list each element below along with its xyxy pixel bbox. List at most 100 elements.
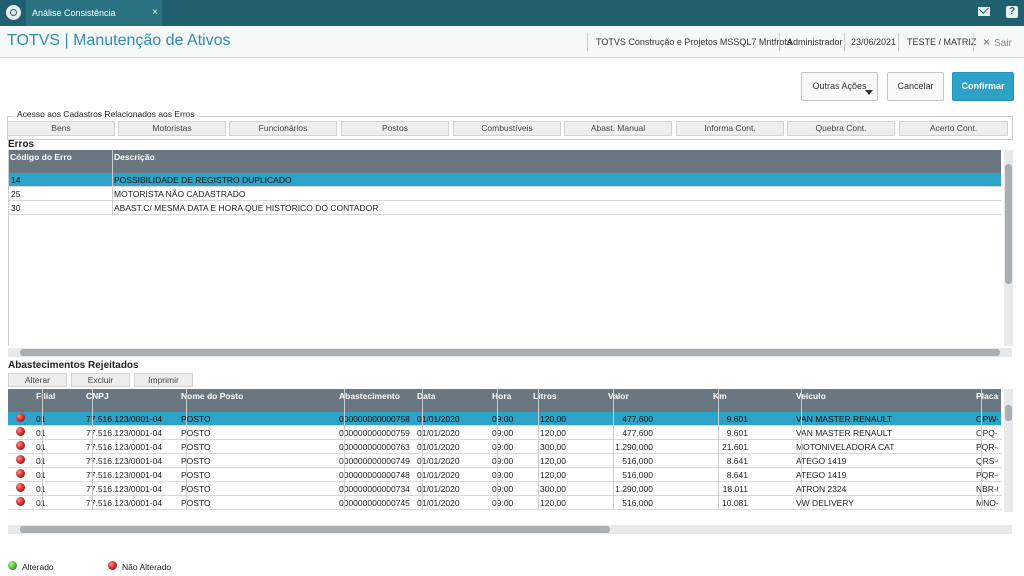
abast-manual-button[interactable]: Abast. Manual	[564, 121, 672, 136]
red-status-icon	[16, 413, 25, 422]
totvs-logo-icon[interactable]	[6, 5, 21, 20]
scrollbar-thumb[interactable]	[1005, 164, 1012, 284]
abastecimento-cell: 000000000000748	[339, 470, 410, 480]
excluir-button[interactable]: Excluir	[71, 373, 130, 387]
hora-cell: 09:00	[492, 456, 514, 466]
informa-cont-button[interactable]: Informa Cont.	[676, 121, 784, 136]
column-divider	[718, 389, 719, 510]
table-row[interactable]: 25 MOTORISTA NÃO CADASTRADO	[8, 187, 1001, 201]
column-header-litros[interactable]: Litros	[533, 391, 557, 401]
quebra-cont-button[interactable]: Quebra Cont.	[787, 121, 895, 136]
column-header-cnpj[interactable]: CNPJ	[86, 391, 109, 401]
placa-cell: OPQ-8	[976, 428, 998, 438]
scrollbar-thumb[interactable]	[20, 526, 610, 533]
cnpj-cell: 77.516.123/0001-04	[86, 484, 163, 494]
litros-cell: 300,00	[540, 484, 566, 494]
funcionarios-button[interactable]: Funcionários	[229, 121, 337, 136]
errors-grid-header: Código do Erro Descrição	[8, 150, 1001, 173]
error-code-cell: 25	[11, 189, 21, 199]
error-description-cell: ABAST.C/ MESMA DATA E HORA QUE HISTORICO…	[114, 203, 379, 213]
exit-button[interactable]: × Sair	[983, 35, 1012, 49]
rejected-vertical-scrollbar[interactable]	[1004, 389, 1013, 512]
red-status-icon	[16, 483, 25, 492]
placa-cell: OPW-4	[976, 414, 998, 424]
litros-cell: 300,00	[540, 442, 566, 452]
placa-cell: PQR-6	[976, 470, 998, 480]
column-header-description[interactable]: Descrição	[114, 152, 155, 162]
close-icon: ×	[983, 35, 991, 49]
postos-button[interactable]: Postos	[341, 121, 449, 136]
cnpj-cell: 77.516.123/0001-04	[86, 456, 163, 466]
grid-border	[8, 150, 9, 346]
alterar-button[interactable]: Alterar	[8, 373, 67, 387]
header-divider	[844, 33, 845, 51]
header-divider	[587, 33, 588, 51]
cancel-button[interactable]: Cancelar	[887, 72, 944, 101]
filial-cell: 01	[36, 428, 46, 438]
column-header-hora[interactable]: Hora	[492, 391, 511, 401]
column-header-data[interactable]: Data	[417, 391, 435, 401]
red-status-icon	[16, 427, 25, 436]
column-header-error-code[interactable]: Código do Erro	[10, 152, 72, 162]
abastecimento-cell: 000000000000749	[339, 456, 410, 466]
rejected-horizontal-scrollbar[interactable]	[8, 525, 1012, 534]
chevron-down-icon	[865, 90, 873, 95]
scrollbar-thumb[interactable]	[1005, 405, 1012, 421]
table-row[interactable]: 14 POSSIBILIDADE DE REGISTRO DUPLICADO	[8, 173, 1001, 187]
litros-cell: 120,00	[540, 456, 566, 466]
cnpj-cell: 77.516.123/0001-04	[86, 470, 163, 480]
tab-close-icon[interactable]: ×	[152, 0, 158, 26]
red-status-icon	[108, 561, 117, 570]
other-actions-button[interactable]: Outras Ações	[801, 72, 878, 101]
table-row[interactable]: 01 77.516.123/0001-04 POSTO 000000000000748…	[8, 468, 1001, 482]
tab-analise-consistencia[interactable]: Análise Consistência [02.9.0019] ×	[26, 0, 162, 44]
table-row[interactable]: 30 ABAST.C/ MESMA DATA E HORA QUE HISTOR…	[8, 201, 1001, 215]
filial-cell: 01	[36, 414, 46, 424]
filial-cell: 01	[36, 456, 46, 466]
imprimir-button[interactable]: Imprimir	[134, 373, 193, 387]
table-row[interactable]: 01 77.516.123/0001-04 POSTO 000000000000759…	[8, 426, 1001, 440]
column-header-posto[interactable]: Nome do Posto	[181, 391, 243, 401]
table-row[interactable]: 01 77.516.123/0001-04 POSTO 000000000000745…	[8, 496, 1001, 510]
filial-cell: 01	[36, 442, 46, 452]
table-row[interactable]: 01 77.516.123/0001-04 POSTO 000000000000758…	[8, 412, 1001, 426]
hora-cell: 09:00	[492, 428, 514, 438]
filial-cell: 01	[36, 470, 46, 480]
column-divider	[92, 389, 93, 510]
help-icon[interactable]: ?	[1006, 6, 1018, 18]
acerto-cont-button[interactable]: Acerto Cont.	[899, 121, 1008, 136]
table-row[interactable]: 01 77.516.123/0001-04 POSTO 000000000000734…	[8, 482, 1001, 496]
table-row[interactable]: 01 77.516.123/0001-04 POSTO 000000000000749…	[8, 454, 1001, 468]
column-header-abastecimento[interactable]: Abastecimento	[339, 391, 400, 401]
abastecimento-cell: 000000000000759	[339, 428, 410, 438]
scrollbar-thumb[interactable]	[20, 349, 1000, 356]
table-row[interactable]: 01 77.516.123/0001-04 POSTO 000000000000763…	[8, 440, 1001, 454]
user-name: Administrador	[787, 37, 843, 47]
cnpj-cell: 77.516.123/0001-04	[86, 442, 163, 452]
errors-horizontal-scrollbar[interactable]	[8, 348, 1012, 357]
red-status-icon	[16, 469, 25, 478]
confirm-button[interactable]: Confirmar	[952, 72, 1014, 101]
veiculo-cell: VW DELIVERY	[796, 498, 854, 508]
placa-cell: QRS-0	[976, 456, 998, 466]
header-divider	[898, 33, 899, 51]
column-divider	[186, 389, 187, 510]
mail-icon[interactable]	[978, 7, 990, 16]
combustiveis-button[interactable]: Combustíveis	[453, 121, 561, 136]
errors-vertical-scrollbar[interactable]	[1004, 150, 1013, 346]
column-header-km[interactable]: Km	[713, 391, 727, 401]
valor-cell: 477,600	[622, 414, 653, 424]
abastecimento-cell: 000000000000745	[339, 498, 410, 508]
data-cell: 01/01/2020	[417, 442, 460, 452]
placa-cell: NBR-0	[976, 484, 998, 494]
km-cell: 9.601	[726, 414, 748, 424]
cnpj-cell: 77.516.123/0001-04	[86, 498, 163, 508]
column-header-placa[interactable]: Placa	[976, 391, 998, 401]
column-header-valor[interactable]: Valor	[608, 391, 629, 401]
column-header-filial[interactable]: Filial	[36, 391, 55, 401]
company-name: TOTVS Construção e Projetos MSSQL7 Mntfr…	[596, 37, 792, 47]
bens-button[interactable]: Bens	[7, 121, 115, 136]
valor-cell: 1.290,000	[615, 442, 653, 452]
motoristas-button[interactable]: Motoristas	[118, 121, 226, 136]
column-divider	[981, 389, 982, 510]
